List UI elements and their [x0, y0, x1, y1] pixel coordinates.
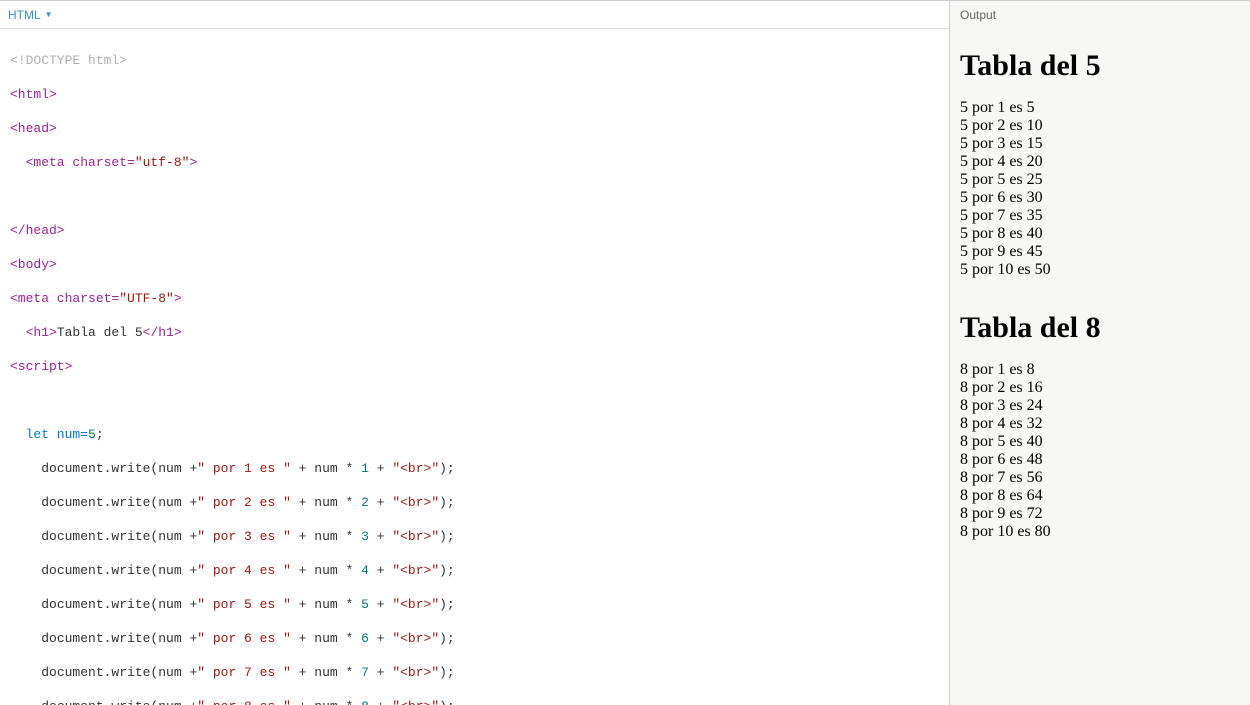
output-row: 5 por 2 es 10	[960, 117, 1240, 135]
output-row: 8 por 4 es 32	[960, 415, 1240, 433]
output-row: 8 por 9 es 72	[960, 505, 1240, 523]
output-row: 5 por 3 es 15	[960, 135, 1240, 153]
output-row: 5 por 4 es 20	[960, 153, 1240, 171]
editor-tab-bar: HTML ▼	[0, 1, 949, 29]
output-header: Output	[950, 1, 1250, 29]
output-row: 5 por 7 es 35	[960, 207, 1240, 225]
output-row: 8 por 8 es 64	[960, 487, 1240, 505]
output-label: Output	[960, 8, 996, 22]
output-row: 8 por 2 es 16	[960, 379, 1240, 397]
code-editor[interactable]: <!DOCTYPE html> <html> <head> <meta char…	[0, 29, 949, 705]
editor-pane: HTML ▼ <!DOCTYPE html> <html> <head> <me…	[0, 1, 950, 705]
output-pane: Output Tabla del 5 5 por 1 es 5 5 por 2 …	[950, 1, 1250, 705]
output-row: 5 por 10 es 50	[960, 261, 1240, 279]
output-row: 5 por 9 es 45	[960, 243, 1240, 261]
output-row: 8 por 3 es 24	[960, 397, 1240, 415]
output-body: Tabla del 5 5 por 1 es 5 5 por 2 es 10 5…	[950, 29, 1250, 705]
output-row: 8 por 7 es 56	[960, 469, 1240, 487]
output-row: 8 por 1 es 8	[960, 361, 1240, 379]
tab-dropdown-icon[interactable]: ▼	[45, 10, 53, 19]
html-tab[interactable]: HTML ▼	[8, 8, 53, 22]
output-row: 8 por 5 es 40	[960, 433, 1240, 451]
output-title-5: Tabla del 5	[960, 49, 1240, 83]
output-row: 5 por 1 es 5	[960, 99, 1240, 117]
output-row: 5 por 8 es 40	[960, 225, 1240, 243]
output-title-8: Tabla del 8	[960, 311, 1240, 345]
output-row: 5 por 5 es 25	[960, 171, 1240, 189]
output-row: 8 por 10 es 80	[960, 523, 1240, 541]
output-row: 8 por 6 es 48	[960, 451, 1240, 469]
html-tab-label: HTML	[8, 8, 41, 22]
output-row: 5 por 6 es 30	[960, 189, 1240, 207]
